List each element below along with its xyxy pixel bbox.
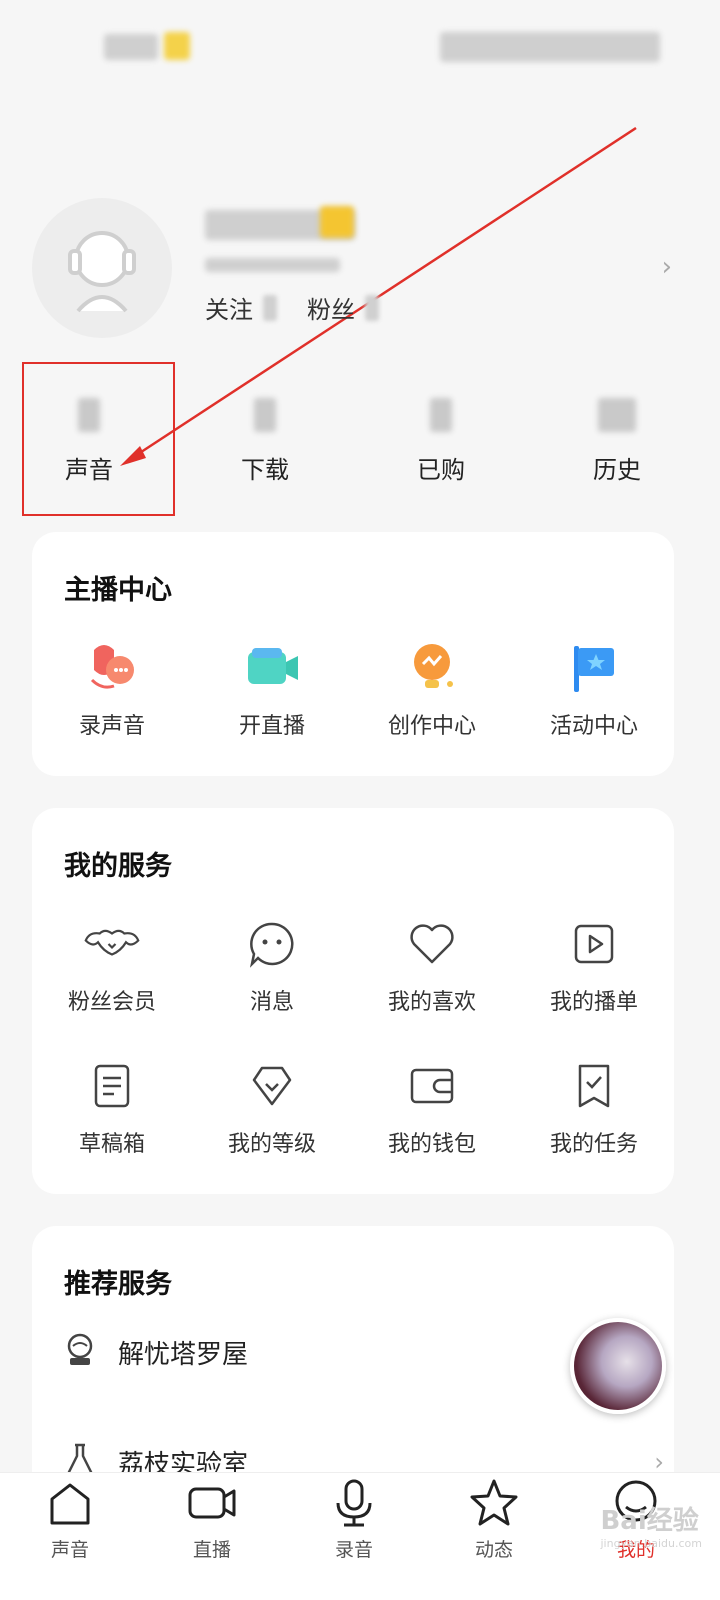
default-avatar-icon xyxy=(68,231,136,313)
tab-feed[interactable]: 动态 xyxy=(434,1477,554,1562)
item-label: 录声音 xyxy=(78,714,145,739)
play-list-icon xyxy=(566,916,622,972)
my-playlist-button[interactable]: 我的播单 xyxy=(514,916,674,1016)
task-check-icon xyxy=(566,1058,622,1114)
tab-label: 录音 xyxy=(334,1539,373,1561)
chevron-right-icon[interactable]: › xyxy=(662,252,672,282)
row-label: 解忧塔罗屋 xyxy=(118,1339,249,1370)
my-services-card: 我的服务 粉丝会员 消息 我的喜欢 我的播单 草稿箱 我的等级 我的钱包 我的任… xyxy=(32,808,674,1194)
vip-badge-blur xyxy=(320,206,354,238)
star-icon xyxy=(470,1479,518,1526)
record-voice-icon xyxy=(84,640,140,696)
stat-count-blur xyxy=(254,398,276,432)
tab-label: 声音 xyxy=(50,1539,89,1561)
wallet-icon xyxy=(404,1058,460,1114)
start-live-button[interactable]: 开直播 xyxy=(192,640,352,740)
crystal-ball-icon xyxy=(64,1332,96,1372)
stat-label: 历史 xyxy=(593,456,641,484)
stat-count-blur xyxy=(598,398,636,432)
stat-purchased[interactable]: 已购 xyxy=(381,398,501,485)
floating-player-button[interactable] xyxy=(570,1318,666,1414)
item-label: 草稿箱 xyxy=(78,1132,145,1157)
flag-icon xyxy=(566,640,622,696)
tab-live[interactable]: 直播 xyxy=(152,1477,272,1562)
lightbulb-icon xyxy=(404,640,460,696)
card-title: 主播中心 xyxy=(64,575,172,606)
item-label: 开直播 xyxy=(238,714,305,739)
tab-sounds[interactable]: 声音 xyxy=(10,1477,130,1562)
watermark: Bai经验 jingyan.baidu.com xyxy=(600,1500,702,1550)
record-voice-button[interactable]: 录声音 xyxy=(32,640,192,740)
stat-label: 已购 xyxy=(417,456,465,484)
creation-center-button[interactable]: 创作中心 xyxy=(352,640,512,740)
my-wallet-button[interactable]: 我的钱包 xyxy=(352,1058,512,1158)
stat-label: 下载 xyxy=(241,456,289,484)
follow-label[interactable]: 关注 xyxy=(205,290,253,325)
stat-count-blur xyxy=(430,398,452,432)
item-label: 创作中心 xyxy=(387,714,476,739)
level-gem-icon xyxy=(244,1058,300,1114)
item-label: 活动中心 xyxy=(549,714,638,739)
live-camera-icon xyxy=(244,640,300,696)
wings-heart-icon xyxy=(84,916,140,972)
activity-center-button[interactable]: 活动中心 xyxy=(514,640,674,740)
status-bar xyxy=(0,0,720,100)
card-title: 我的服务 xyxy=(64,851,172,882)
tab-label: 直播 xyxy=(192,1539,231,1561)
status-icons-blur xyxy=(440,32,660,62)
tab-label: 动态 xyxy=(474,1539,513,1561)
heart-icon xyxy=(404,916,460,972)
follow-stats: 关注 粉丝 xyxy=(205,290,379,325)
status-badge-blur xyxy=(164,32,190,60)
item-label: 我的任务 xyxy=(549,1132,638,1157)
item-label: 我的钱包 xyxy=(387,1132,476,1157)
messages-button[interactable]: 消息 xyxy=(192,916,352,1016)
user-id-blur xyxy=(205,258,340,272)
my-tasks-button[interactable]: 我的任务 xyxy=(514,1058,674,1158)
item-label: 我的喜欢 xyxy=(387,990,476,1015)
watermark-text: Bai经验 xyxy=(600,1506,699,1536)
host-center-card: 主播中心 录声音 开直播 创作中心 活动中心 xyxy=(32,532,674,776)
fans-count-blur xyxy=(365,294,379,321)
avatar[interactable] xyxy=(32,198,172,338)
item-label: 我的播单 xyxy=(549,990,638,1015)
item-label: 粉丝会员 xyxy=(67,990,156,1015)
draft-icon xyxy=(84,1058,140,1114)
microphone-icon xyxy=(336,1479,372,1527)
item-label: 消息 xyxy=(249,990,294,1015)
profile-header[interactable]: 关注 粉丝 › xyxy=(0,190,720,350)
video-camera-icon xyxy=(188,1487,236,1519)
card-title: 推荐服务 xyxy=(64,1269,172,1300)
item-label: 我的等级 xyxy=(227,1132,316,1157)
watermark-sub: jingyan.baidu.com xyxy=(600,1537,702,1550)
tab-record[interactable]: 录音 xyxy=(294,1477,414,1562)
chat-bubble-icon xyxy=(244,916,300,972)
home-icon xyxy=(50,1483,90,1525)
follow-count-blur xyxy=(263,294,277,321)
my-level-button[interactable]: 我的等级 xyxy=(192,1058,352,1158)
stat-history[interactable]: 历史 xyxy=(557,398,677,485)
status-time-blur xyxy=(104,34,158,60)
fans-label[interactable]: 粉丝 xyxy=(307,290,355,325)
my-likes-button[interactable]: 我的喜欢 xyxy=(352,916,512,1016)
stat-downloads[interactable]: 下载 xyxy=(205,398,325,485)
annotation-highlight-box xyxy=(22,362,175,516)
drafts-button[interactable]: 草稿箱 xyxy=(32,1058,192,1158)
fan-membership-button[interactable]: 粉丝会员 xyxy=(32,916,192,1016)
